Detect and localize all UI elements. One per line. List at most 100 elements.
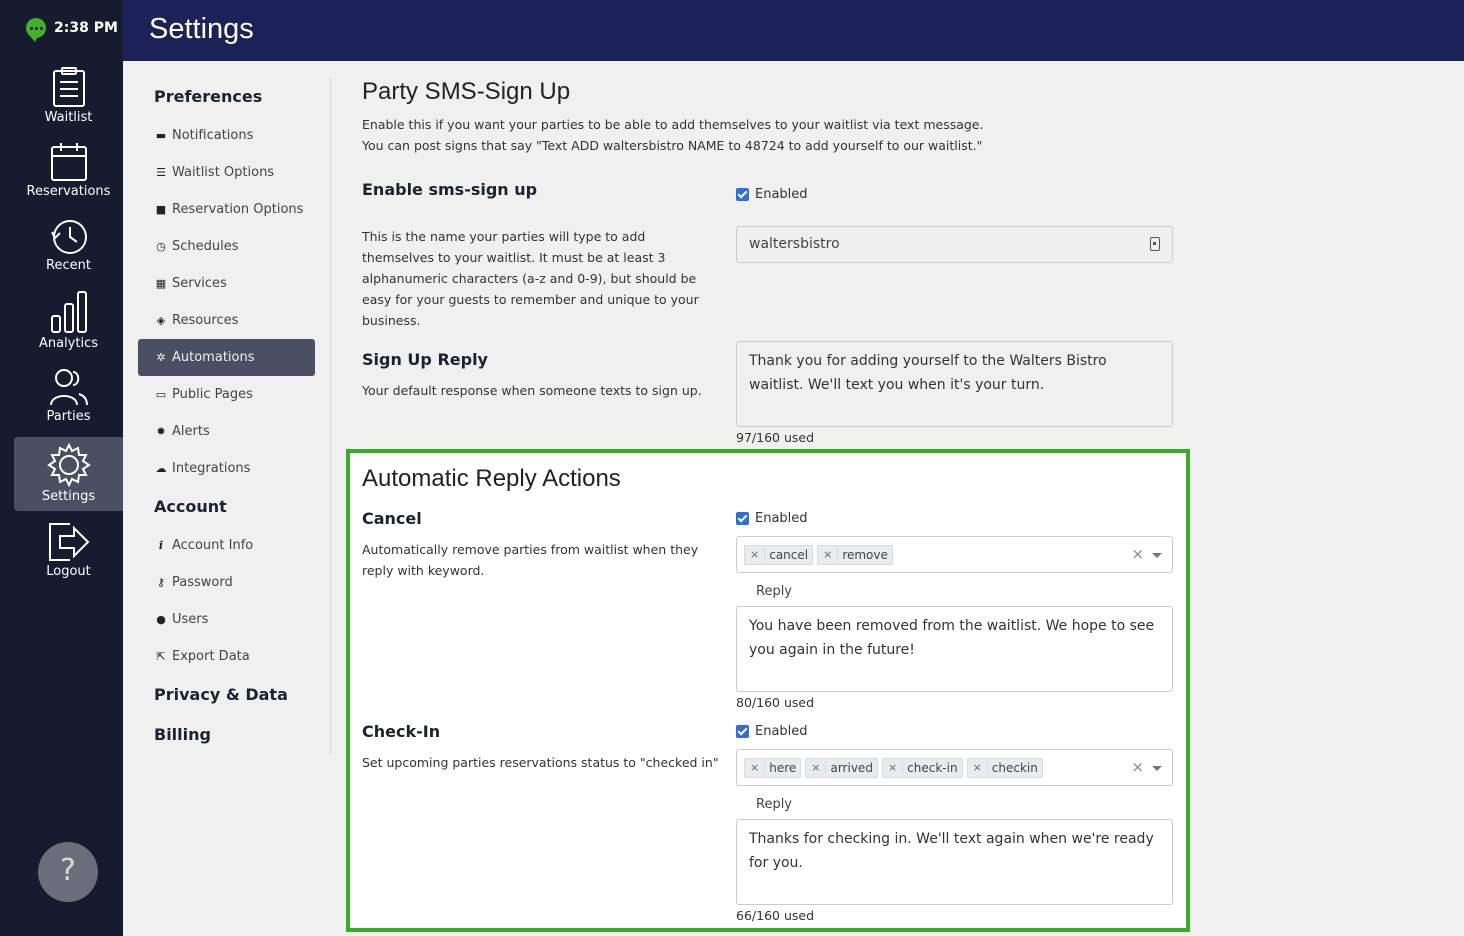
nav-item-users[interactable]: ● Users (138, 601, 315, 638)
rail-logout[interactable]: Logout (14, 522, 123, 584)
keyword-text: checkin (991, 760, 1038, 775)
page-title: Settings (149, 13, 254, 45)
section-title-sms-sign-up: Party SMS-Sign Up (362, 78, 571, 105)
keyword-text: check-in (907, 760, 958, 775)
nav-item-resources[interactable]: ◈ Resources (138, 302, 315, 339)
nav-item-label: Integrations (172, 461, 251, 476)
lock-icon (1150, 237, 1160, 251)
remove-tag-icon[interactable]: × (806, 761, 827, 774)
list-icon: ☰ (156, 166, 166, 179)
user-icon: ● (156, 613, 166, 626)
checkbox-label: Enabled (755, 724, 808, 739)
cancel-reply-counter: 80/160 used (736, 695, 815, 710)
nav-item-password[interactable]: ⚷ Password (138, 564, 315, 601)
keyword-text: here (769, 760, 797, 775)
gear-icon (46, 443, 91, 487)
clipboard-icon (52, 67, 85, 107)
nav-item-schedules[interactable]: ◷ Schedules (138, 228, 315, 265)
export-icon: ⇱ (156, 650, 166, 663)
nav-item-account-info[interactable]: i Account Info (138, 527, 315, 564)
keyword-tag: × arrived (805, 757, 878, 778)
check-in-label: Check-In (362, 722, 441, 741)
sign-up-reply-help: Your default response when someone texts… (362, 383, 702, 398)
rail-recent[interactable]: Recent (14, 218, 123, 276)
nav-item-alerts[interactable]: ✹ Alerts (138, 413, 315, 450)
nav-item-public-pages[interactable]: ▭ Public Pages (138, 376, 315, 413)
keyword-tag: × remove (817, 544, 893, 565)
nav-item-automations[interactable]: ✲ Automations (138, 339, 315, 376)
rail-label: Reservations (26, 184, 111, 199)
rail-label: Analytics (38, 336, 99, 351)
keyword-tag: × check-in (881, 757, 963, 778)
check-in-keywords-select[interactable]: × here × arrived × check-in × checkin × (736, 749, 1173, 786)
rail-label: Logout (46, 564, 91, 579)
sign-up-reply-label: Sign Up Reply (362, 350, 488, 369)
checkbox-label: Enabled (755, 187, 808, 202)
comment-icon: ▬ (155, 129, 167, 142)
nav-item-waitlist-options[interactable]: ☰ Waitlist Options (138, 154, 315, 191)
nav-item-services[interactable]: ▦ Services (138, 265, 315, 302)
help-button[interactable]: ? (38, 842, 98, 902)
rail-parties[interactable]: Parties (14, 367, 123, 427)
clear-icon[interactable]: × (1131, 758, 1144, 776)
nav-item-notifications[interactable]: ▬ Notifications (138, 117, 315, 154)
checkbox-checked[interactable] (736, 725, 749, 738)
rail-analytics[interactable]: Analytics (14, 290, 123, 354)
info-icon: i (158, 539, 164, 552)
nav-item-label: Users (172, 612, 209, 627)
keyword-tag: × here (744, 757, 802, 778)
keyword-tag: × checkin (966, 757, 1043, 778)
cancel-reply-textarea[interactable]: You have been removed from the waitlist.… (736, 606, 1173, 692)
clear-icon[interactable]: × (1131, 545, 1144, 563)
calendar-icon (50, 143, 87, 181)
chevron-down-icon[interactable] (1152, 766, 1162, 771)
nav-heading-billing[interactable]: Billing (154, 725, 211, 744)
status-clock: 2:38 PM (26, 18, 118, 42)
nav-item-label: Notifications (172, 128, 254, 143)
remove-tag-icon[interactable]: × (745, 761, 766, 774)
cancel-keywords-select[interactable]: × cancel × remove × (736, 536, 1173, 573)
nav-heading-preferences: Preferences (154, 87, 263, 106)
remove-tag-icon[interactable]: × (968, 761, 988, 774)
nav-item-label: Export Data (172, 649, 250, 664)
checkbox-checked[interactable] (736, 512, 749, 525)
sms-name-help: This is the name your parties will type … (362, 229, 699, 328)
sign-up-reply-counter: 97/160 used (736, 430, 815, 445)
nav-heading-privacy[interactable]: Privacy & Data (154, 685, 288, 704)
remove-tag-icon[interactable]: × (883, 761, 904, 774)
cancel-enabled-checkbox[interactable]: Enabled (736, 511, 808, 526)
nav-item-label: Services (172, 276, 227, 291)
layers-icon: ◈ (156, 314, 166, 327)
nav-item-label: Account Info (172, 538, 254, 553)
users-icon (49, 369, 88, 406)
checkbox-checked[interactable] (736, 188, 749, 201)
rail-reservations[interactable]: Reservations (14, 142, 123, 204)
section-title-automatic-reply-actions: Automatic Reply Actions (362, 465, 621, 492)
rail-label: Recent (46, 258, 91, 273)
check-in-reply-textarea[interactable]: Thanks for checking in. We'll text again… (736, 819, 1173, 905)
remove-tag-icon[interactable]: × (745, 548, 766, 561)
cancel-reply-label: Reply (756, 584, 793, 599)
chat-status-icon (26, 18, 46, 42)
check-in-enabled-checkbox[interactable]: Enabled (736, 724, 808, 739)
nav-heading-account[interactable]: Account (154, 497, 227, 516)
sms-description-2: You can post signs that say "Text ADD wa… (362, 138, 983, 153)
sms-description-1: Enable this if you want your parties to … (362, 117, 984, 132)
check-in-reply-counter: 66/160 used (736, 908, 815, 923)
enable-sms-label: Enable sms-sign up (362, 180, 538, 199)
enable-sms-checkbox[interactable]: Enabled (736, 187, 808, 202)
sign-up-reply-textarea[interactable]: Thank you for adding yourself to the Wal… (736, 341, 1173, 427)
sms-keyword-input[interactable]: waltersbistro (736, 226, 1173, 263)
nav-item-export-data[interactable]: ⇱ Export Data (138, 638, 315, 675)
chevron-down-icon[interactable] (1152, 553, 1162, 558)
rail-settings[interactable]: Settings (14, 437, 123, 511)
bar-chart-icon (50, 291, 87, 333)
nav-divider (330, 78, 331, 754)
check-in-reply-label: Reply (756, 797, 793, 812)
remove-tag-icon[interactable]: × (818, 548, 839, 561)
nav-item-integrations[interactable]: ☁ Integrations (138, 450, 315, 487)
nav-item-reservation-options[interactable]: ■ Reservation Options (138, 191, 315, 228)
cancel-help: Automatically remove parties from waitli… (362, 542, 699, 578)
rail-waitlist[interactable]: Waitlist (14, 66, 123, 128)
rail-label: Parties (46, 409, 91, 424)
